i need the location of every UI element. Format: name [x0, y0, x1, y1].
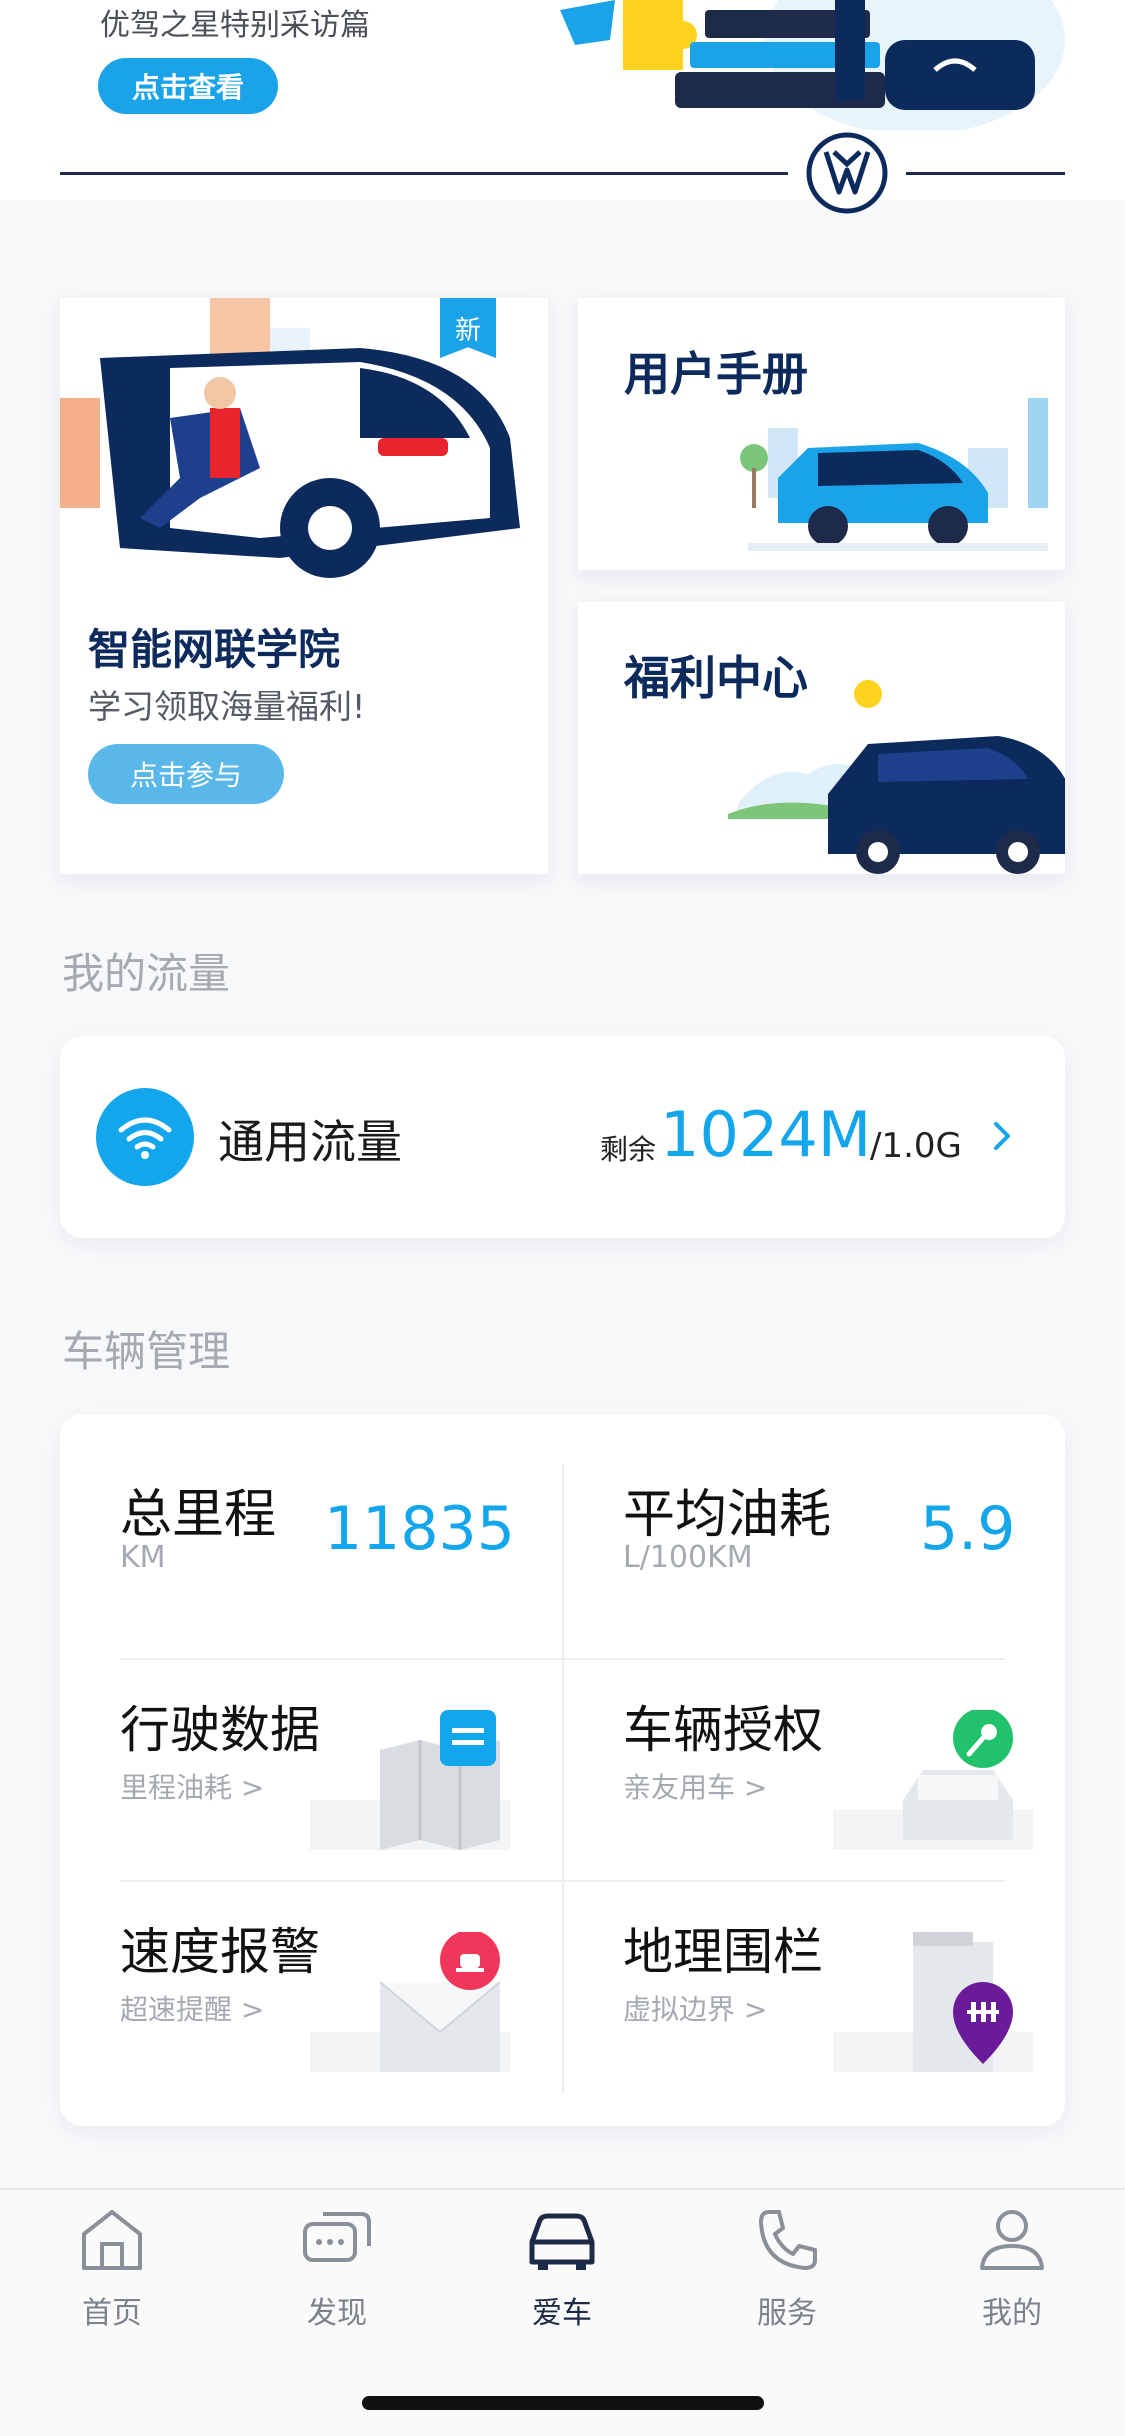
- vehicle-management-card: 总里程 KM 11835 平均油耗 L/100KM 5.9 行驶数据 里程油耗 …: [60, 1414, 1065, 2126]
- feature-subtitle: 超速提醒 >: [120, 1993, 265, 2026]
- feature-subtitle: 虚拟边界 >: [623, 1993, 768, 2026]
- mileage-value: 11835: [324, 1494, 515, 1564]
- manual-car-illustration: [740, 398, 1048, 551]
- tab-label: 我的: [982, 2296, 1042, 2331]
- benefit-center-card[interactable]: 福利中心: [578, 602, 1065, 874]
- tab-profile[interactable]: 我的: [932, 2204, 1092, 2354]
- speed-alert-item[interactable]: 速度报警 超速提醒 >: [60, 1882, 562, 2112]
- tab-label: 发现: [307, 2296, 367, 2331]
- geofence-item[interactable]: 地理围栏 虚拟边界 >: [563, 1882, 1065, 2112]
- promo-banner[interactable]: 优驾之星特别采访篇 点击查看: [0, 0, 1125, 214]
- vw-logo-icon: [806, 132, 888, 214]
- banner-view-button[interactable]: 点击查看: [98, 58, 278, 114]
- feature-subtitle: 里程油耗 >: [120, 1771, 265, 1804]
- car-icon: [529, 2213, 595, 2270]
- wifi-icon: [96, 1088, 194, 1186]
- data-section-heading: 我的流量: [62, 949, 231, 998]
- data-total: /1.0G: [870, 1126, 962, 1166]
- data-plan-label: 通用流量: [218, 1115, 402, 1169]
- fuel-consumption-unit: L/100KM: [623, 1540, 753, 1575]
- tab-my-car[interactable]: 爱车: [482, 2204, 642, 2354]
- user-icon: [980, 2210, 1044, 2270]
- academy-subtitle: 学习领取海量福利!: [88, 687, 366, 726]
- feature-title: 地理围栏: [623, 1923, 823, 1981]
- fuel-consumption-label: 平均油耗: [623, 1485, 832, 1545]
- tab-label: 爱车: [532, 2296, 592, 2331]
- tab-discover[interactable]: 发现: [257, 2204, 417, 2354]
- feature-title: 速度报警: [120, 1923, 320, 1981]
- alarm-envelope-icon: [310, 1932, 510, 2072]
- map-icon: [310, 1710, 510, 1850]
- tab-home[interactable]: 首页: [32, 2204, 192, 2354]
- key-car-icon: [833, 1710, 1033, 1850]
- academy-join-button[interactable]: 点击参与: [88, 744, 284, 804]
- data-remaining-value: 1024M: [660, 1098, 872, 1171]
- mileage-unit: KM: [120, 1540, 166, 1575]
- tab-label: 服务: [757, 2296, 817, 2331]
- feature-title: 行驶数据: [120, 1701, 320, 1759]
- driving-data-item[interactable]: 行驶数据 里程油耗 >: [60, 1660, 562, 1880]
- mileage-label: 总里程: [120, 1485, 277, 1545]
- benefit-car-illustration: [728, 680, 1065, 874]
- brand-divider-right: [906, 172, 1065, 175]
- phone-icon: [759, 2210, 817, 2270]
- user-manual-card[interactable]: 用户手册: [578, 298, 1065, 570]
- chevron-right-icon[interactable]: [982, 1116, 1022, 1156]
- banner-subtitle: 优驾之星特别采访篇: [100, 8, 370, 43]
- chat-bubbles-icon: [303, 2212, 371, 2262]
- user-manual-title: 用户手册: [624, 347, 808, 401]
- brand-divider-left: [60, 172, 788, 175]
- home-icon: [82, 2210, 142, 2270]
- feature-subtitle: 亲友用车 >: [623, 1771, 768, 1804]
- academy-title: 智能网联学院: [88, 625, 341, 674]
- fuel-consumption-value: 5.9: [920, 1494, 1016, 1564]
- fence-pin-icon: [833, 1932, 1033, 2072]
- data-remaining-label: 剩余: [600, 1133, 657, 1166]
- vehicle-authorization-item[interactable]: 车辆授权 亲友用车 >: [563, 1660, 1065, 1880]
- academy-card[interactable]: 新 智能网联学院 学习领取海量福利! 点击参与: [60, 298, 548, 874]
- vehicle-section-heading: 车辆管理: [62, 1327, 231, 1376]
- banner-illustration: [560, 0, 1065, 130]
- tab-service[interactable]: 服务: [707, 2204, 867, 2354]
- tab-label: 首页: [82, 2296, 142, 2331]
- feature-title: 车辆授权: [623, 1701, 823, 1759]
- home-indicator[interactable]: [362, 2396, 764, 2410]
- data-usage-card[interactable]: 通用流量 剩余 1024M /1.0G: [60, 1036, 1065, 1238]
